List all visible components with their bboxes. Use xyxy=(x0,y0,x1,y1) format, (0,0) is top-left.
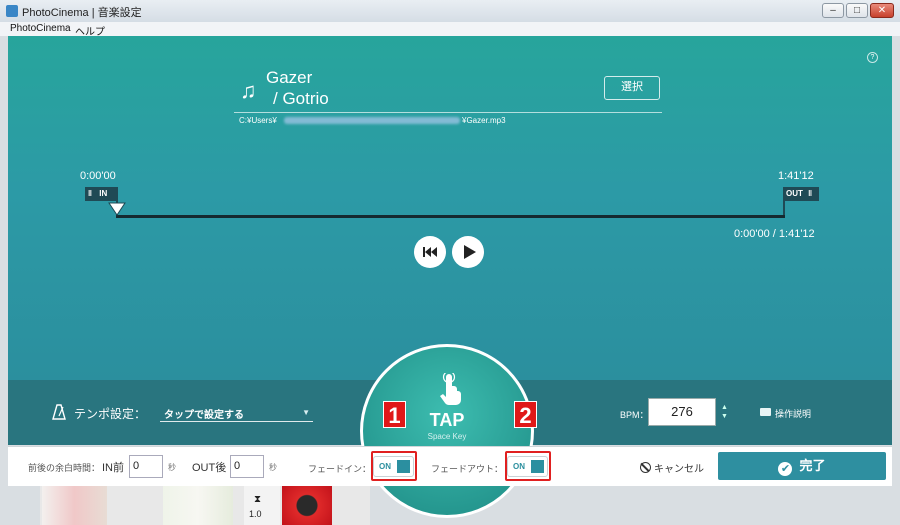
file-path-prefix: C:¥Users¥ xyxy=(239,116,277,125)
cancel-button[interactable]: キャンセル xyxy=(640,460,704,475)
select-song-button[interactable]: 選択 xyxy=(604,76,660,100)
in-before-input[interactable]: 0 xyxy=(129,455,163,478)
window-title: PhotoCinema | 音楽設定 xyxy=(22,7,142,19)
thumbnail-3[interactable]: ⧗ 1.0 xyxy=(244,486,280,525)
play-button[interactable] xyxy=(452,236,484,268)
bpm-label: BPM： xyxy=(620,410,649,420)
in-time: 0:00'00 xyxy=(80,170,116,182)
fade-out-label: フェードアウト： xyxy=(431,464,504,474)
file-path-suffix: ¥Gazer.mp3 xyxy=(462,116,506,125)
music-note-icon: ♫ xyxy=(240,78,257,103)
song-artist: / Gotrio xyxy=(273,89,329,108)
done-label: 完了 xyxy=(799,458,826,473)
thumb-count: 1.0 xyxy=(249,509,262,519)
menu-bar: PhotoCinema ヘルプ xyxy=(0,22,900,38)
path-divider xyxy=(234,112,662,113)
grip-icon: ‖ xyxy=(808,189,814,198)
close-button[interactable]: ✕ xyxy=(870,3,894,18)
menu-photocinema[interactable]: PhotoCinema xyxy=(10,23,71,34)
song-title: Gazer xyxy=(266,68,313,87)
out-after-unit: 秒 xyxy=(269,463,277,472)
rewind-icon xyxy=(423,247,437,257)
maximize-button[interactable]: □ xyxy=(846,3,868,18)
out-after-label: OUT後 xyxy=(192,462,227,474)
thumbnail-1[interactable] xyxy=(42,486,107,525)
tap-sublabel: Space Key xyxy=(427,432,467,441)
playback-position: 0:00'00 / 1:41'12 xyxy=(734,228,815,240)
cancel-icon xyxy=(640,462,651,473)
thumbnail-4[interactable] xyxy=(282,486,332,525)
tempo-mode-select[interactable]: タップで設定する ▼ xyxy=(160,404,313,422)
out-marker[interactable]: OUT ‖ xyxy=(783,187,819,201)
bottom-bar: 前後の余白時間： IN前 0 秒 OUT後 0 秒 フェードイン： ON フェー… xyxy=(8,446,892,486)
minimize-button[interactable]: – xyxy=(822,3,844,18)
thumbnail-2[interactable] xyxy=(163,486,233,525)
playhead-icon[interactable] xyxy=(108,202,126,216)
hourglass-icon: ⧗ xyxy=(254,494,262,505)
bpm-increment-icon[interactable]: ▲ xyxy=(721,404,728,411)
rewind-button[interactable] xyxy=(414,236,446,268)
cancel-label: キャンセル xyxy=(654,464,704,475)
metronome-icon xyxy=(52,404,66,420)
annotation-badge-2: 2 xyxy=(514,401,537,428)
bpm-decrement-icon[interactable]: ▼ xyxy=(721,413,728,420)
tap-hand-icon xyxy=(440,373,461,405)
in-marker[interactable]: ‖ IN xyxy=(85,187,117,201)
margin-time-label: 前後の余白時間： xyxy=(28,463,101,473)
done-button[interactable]: ✔ 完了 xyxy=(718,452,886,480)
chevron-down-icon: ▼ xyxy=(302,408,310,417)
video-guide-icon xyxy=(760,408,771,416)
in-tag-label: IN xyxy=(99,189,108,198)
window-controls: – □ ✕ xyxy=(822,3,894,18)
guide-link[interactable]: 操作説明 xyxy=(775,407,811,420)
in-before-unit: 秒 xyxy=(168,463,176,472)
annotation-box-2 xyxy=(505,451,551,481)
help-icon[interactable]: ? xyxy=(867,52,878,63)
music-settings-panel: ? ♫ Gazer / Gotrio 選択 C:¥Users¥ ¥Gazer.m… xyxy=(8,36,892,380)
bpm-input[interactable]: 276 xyxy=(648,398,716,426)
fade-in-label: フェードイン： xyxy=(308,464,372,474)
title-bar: PhotoCinema | 音楽設定 – □ ✕ xyxy=(0,0,900,23)
tempo-mode-value: タップで設定する xyxy=(164,410,244,421)
out-after-input[interactable]: 0 xyxy=(230,455,264,478)
timeline-track[interactable] xyxy=(116,215,785,218)
file-path-redacted xyxy=(284,117,460,124)
tap-button[interactable]: TAP Space Key xyxy=(360,344,534,518)
grip-icon: ‖ xyxy=(88,189,93,198)
out-tag-label: OUT xyxy=(786,189,803,198)
out-bar xyxy=(783,187,785,217)
app-icon xyxy=(6,5,18,17)
tempo-label: テンポ設定： xyxy=(74,407,147,421)
annotation-badge-1: 1 xyxy=(383,401,406,428)
play-icon xyxy=(464,245,476,259)
check-icon: ✔ xyxy=(778,462,793,476)
out-time: 1:41'12 xyxy=(778,170,814,182)
in-before-label: IN前 xyxy=(102,462,124,474)
annotation-box-1 xyxy=(371,451,417,481)
